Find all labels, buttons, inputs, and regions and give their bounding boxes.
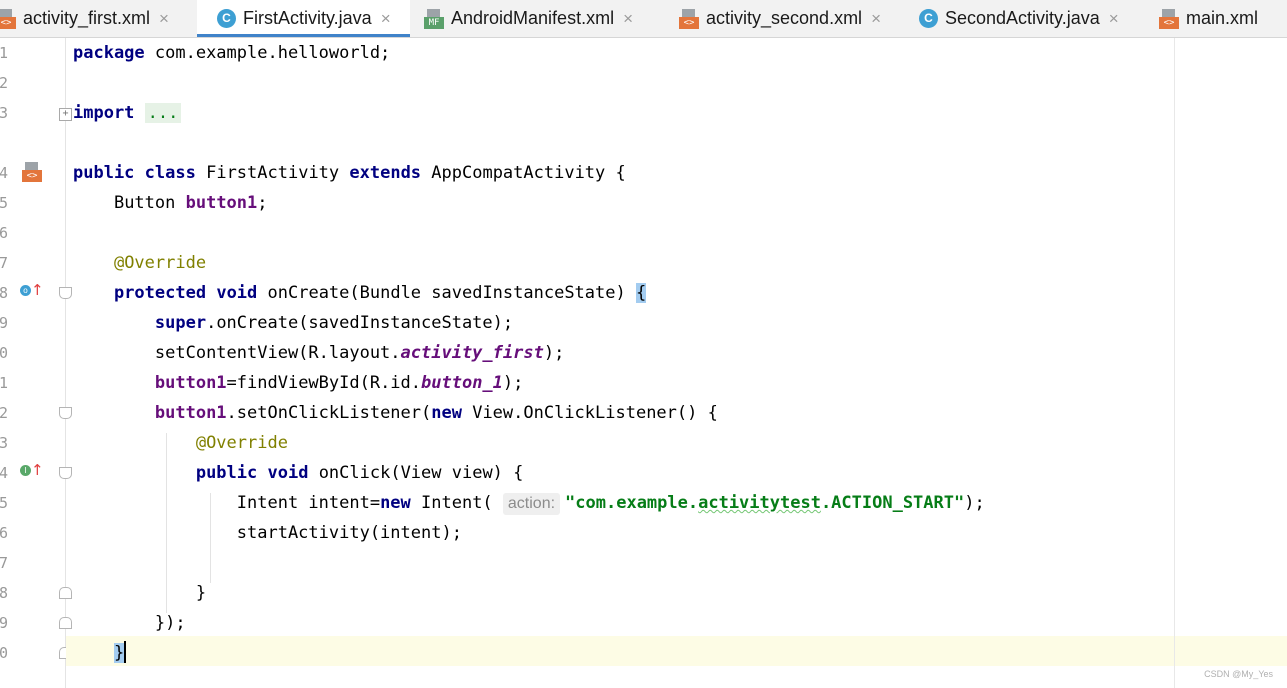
- tab-label: SecondActivity.java: [945, 8, 1100, 28]
- line-number: 7: [0, 254, 8, 272]
- overrides-method-icon[interactable]: o: [20, 285, 31, 296]
- tab-label: activity_first.xml: [23, 8, 151, 28]
- tab-label: FirstActivity.java: [243, 8, 372, 28]
- line-number: 0: [0, 344, 8, 362]
- tab-label: main.xml: [1186, 8, 1259, 28]
- related-layout-icon[interactable]: <>: [22, 162, 42, 182]
- watermark: CSDN @My_Yes: [1204, 669, 1273, 679]
- code-line-14: @Override: [195, 433, 288, 453]
- arrow-up-icon: ↑: [31, 281, 44, 299]
- code-line-1: package com.example.helloworld;: [73, 43, 391, 63]
- line-number: 1: [0, 44, 8, 62]
- close-icon[interactable]: ×: [623, 9, 633, 29]
- xml-file-icon: <>: [1159, 8, 1179, 29]
- tab-first-activity-java[interactable]: C FirstActivity.java ×: [197, 0, 410, 37]
- line-number: 3: [0, 434, 8, 452]
- right-margin-guide: [1174, 38, 1175, 688]
- tab-android-manifest-xml[interactable]: MF AndroidManifest.xml ×: [424, 0, 660, 37]
- line-number: 1: [0, 374, 8, 392]
- tab-second-activity-java[interactable]: C SecondActivity.java ×: [919, 0, 1141, 37]
- line-number: 5: [0, 494, 8, 512]
- line-number: 4: [0, 464, 8, 482]
- implements-method-icon[interactable]: I: [20, 465, 31, 476]
- parameter-hint: action:: [502, 493, 561, 515]
- xml-file-icon: <>: [679, 8, 699, 29]
- code-line-21: }: [73, 638, 127, 668]
- close-icon[interactable]: ×: [1109, 9, 1119, 29]
- matched-brace: }: [113, 643, 125, 663]
- code-line-13: button1.setOnClickListener(new View.OnCl…: [154, 403, 718, 423]
- line-number: 8: [0, 584, 8, 602]
- tab-label: AndroidManifest.xml: [451, 8, 615, 28]
- line-number: 9: [0, 614, 8, 632]
- java-class-icon: C: [217, 9, 236, 28]
- line-number: 5: [0, 194, 8, 212]
- line-number: 2: [0, 404, 8, 422]
- tab-activity-first-xml[interactable]: <> activity_first.xml ×: [0, 0, 190, 37]
- line-number: 6: [0, 524, 8, 542]
- code-editor[interactable]: package com.example.helloworld; import .…: [66, 38, 1287, 688]
- code-line-11: setContentView(R.layout.activity_first);: [154, 343, 565, 363]
- close-icon[interactable]: ×: [871, 9, 881, 29]
- code-line-5: public class FirstActivity extends AppCo…: [73, 163, 626, 183]
- code-line-12: button1=findViewById(R.id.button_1);: [154, 373, 524, 393]
- arrow-up-icon: ↑: [31, 461, 44, 479]
- line-number: 3: [0, 104, 8, 122]
- line-number: 2: [0, 74, 8, 92]
- code-line-17: startActivity(intent);: [236, 523, 462, 543]
- line-number: 4: [0, 164, 8, 182]
- code-line-8: @Override: [113, 253, 207, 273]
- tab-activity-second-xml[interactable]: <> activity_second.xml ×: [679, 0, 904, 37]
- code-line-10: super.onCreate(savedInstanceState);: [154, 313, 514, 333]
- editor-tab-bar: <> activity_first.xml × C FirstActivity.…: [0, 0, 1287, 38]
- editor-gutter: 1 2 3 4 5 6 7 8 9 0 1 2 3 4 5 6 7 8 9 0 …: [0, 38, 72, 688]
- code-line-3: import ...: [73, 98, 182, 128]
- xml-file-icon: <>: [0, 8, 16, 29]
- code-line-15: public void onClick(View view) {: [195, 463, 524, 483]
- line-number: 6: [0, 224, 8, 242]
- code-line-19: }: [195, 583, 207, 603]
- java-class-icon: C: [919, 9, 938, 28]
- close-icon[interactable]: ×: [381, 9, 391, 29]
- code-line-16: Intent intent=new Intent( action: "com.ex…: [236, 493, 985, 515]
- code-line-9: protected void onCreate(Bundle savedInst…: [113, 283, 647, 303]
- close-icon[interactable]: ×: [159, 9, 169, 29]
- text-caret: [124, 641, 127, 663]
- line-number: 8: [0, 284, 8, 302]
- code-line-6: Button button1;: [113, 193, 268, 213]
- folded-imports[interactable]: ...: [144, 103, 182, 123]
- matched-brace: {: [635, 283, 647, 303]
- line-number: 0: [0, 644, 8, 662]
- current-line-highlight: [66, 636, 1287, 666]
- tab-label: activity_second.xml: [706, 8, 863, 28]
- typo-underline: activitytest: [698, 493, 821, 513]
- code-line-20: });: [154, 613, 186, 633]
- tab-main-xml[interactable]: <> main.xml: [1159, 0, 1287, 37]
- manifest-file-icon: MF: [424, 8, 444, 29]
- line-number: 9: [0, 314, 8, 332]
- line-number: 7: [0, 554, 8, 572]
